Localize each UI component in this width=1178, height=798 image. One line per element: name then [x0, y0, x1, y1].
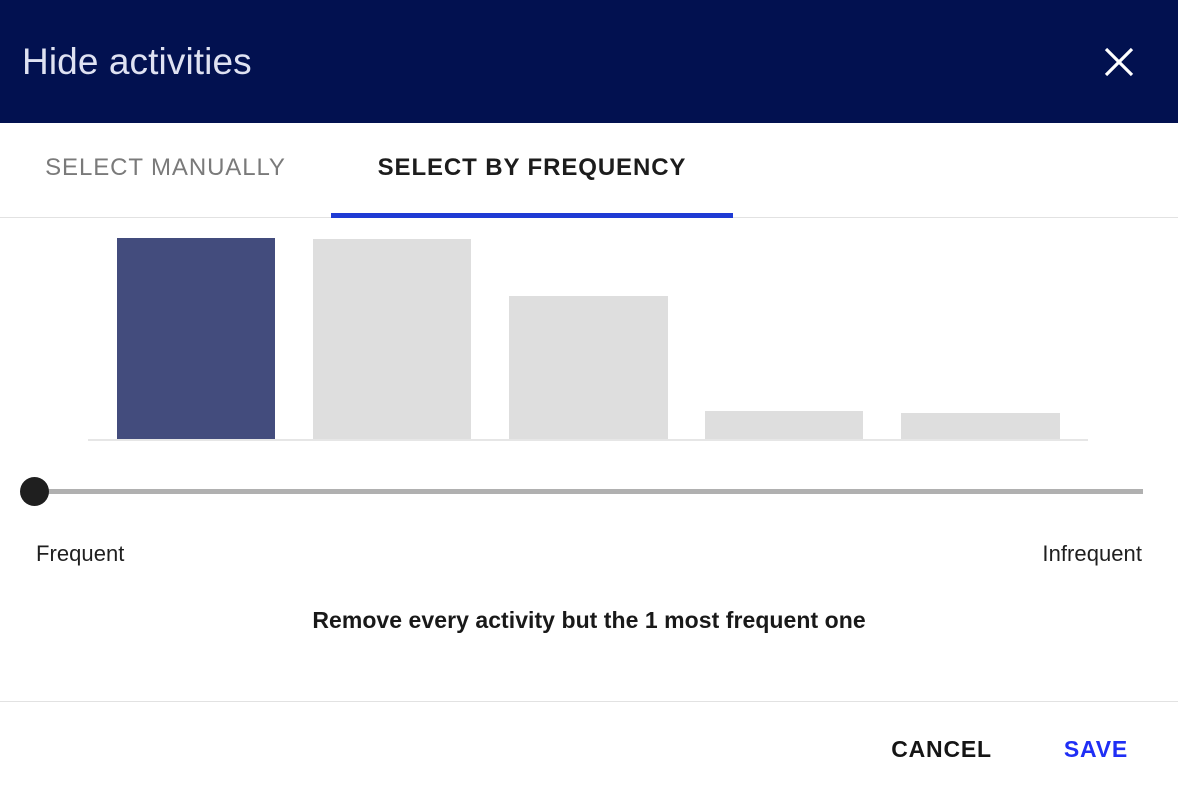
- active-tab-indicator: [331, 213, 733, 218]
- tab-select-manually-label: SELECT MANUALLY: [45, 154, 286, 181]
- summary-text: Remove every activity but the 1 most fre…: [312, 607, 866, 633]
- chart-plot-area: [88, 234, 1088, 441]
- frequency-slider[interactable]: [0, 463, 1178, 523]
- slider-label-frequent: Frequent: [36, 541, 125, 566]
- tab-select-by-frequency[interactable]: SELECT BY FREQUENCY: [331, 123, 733, 218]
- dialog-title: Hide activities: [22, 41, 252, 82]
- tab-bar: SELECT MANUALLY SELECT BY FREQUENCY: [0, 123, 1178, 218]
- dialog-header: Hide activities: [0, 0, 1178, 123]
- chart-bar[interactable]: [901, 413, 1060, 439]
- tab-select-manually[interactable]: SELECT MANUALLY: [0, 123, 331, 218]
- bar-series: [88, 234, 1088, 439]
- close-icon: [1102, 45, 1136, 79]
- slider-label-infrequent: Infrequent: [1042, 541, 1142, 566]
- slider-track[interactable]: [34, 489, 1143, 494]
- slider-thumb[interactable]: [20, 477, 49, 506]
- close-button[interactable]: [1093, 36, 1145, 88]
- chart-bar[interactable]: [705, 411, 863, 439]
- summary-region: Remove every activity but the 1 most fre…: [0, 585, 1178, 701]
- hide-activities-dialog: Hide activities SELECT MANUALLY SELECT B…: [0, 0, 1178, 798]
- save-button[interactable]: SAVE: [1050, 726, 1142, 773]
- chart-bar[interactable]: [117, 238, 275, 439]
- tab-select-by-frequency-label: SELECT BY FREQUENCY: [377, 154, 687, 181]
- dialog-footer: CANCEL SAVE: [0, 701, 1178, 798]
- cancel-button[interactable]: CANCEL: [877, 726, 1006, 773]
- chart-bar[interactable]: [313, 239, 471, 439]
- chart-bar[interactable]: [509, 296, 668, 439]
- slider-range-labels: Frequent Infrequent: [0, 523, 1178, 585]
- chart-baseline: [88, 439, 1088, 441]
- frequency-chart: [0, 218, 1178, 463]
